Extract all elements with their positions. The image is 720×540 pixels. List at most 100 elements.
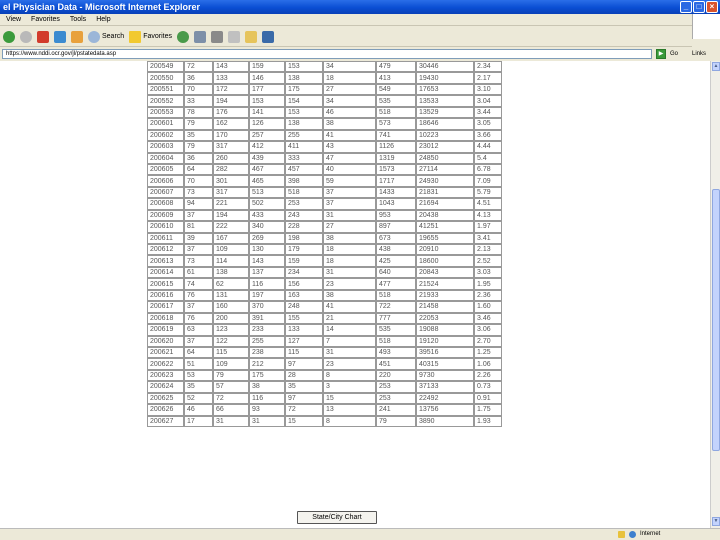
table-cell: 4.13 bbox=[474, 209, 502, 222]
table-cell: 10223 bbox=[416, 129, 474, 142]
table-cell: 248 bbox=[285, 301, 323, 313]
table-cell: 1.06 bbox=[474, 358, 502, 370]
table-cell: 20910 bbox=[416, 244, 474, 256]
state-city-chart-button[interactable]: State/City Chart bbox=[297, 511, 377, 524]
table-row: 200605 64 282 467 457 40 1573 27114 6.78 bbox=[147, 163, 502, 176]
table-row: 200550 36 133 146 138 18 413 19430 2.17 bbox=[147, 72, 502, 84]
table-row: 200622 51 109 212 97 23 451 40315 1.06 bbox=[147, 358, 502, 370]
table-cell: 37 bbox=[184, 209, 213, 222]
messenger-icon[interactable] bbox=[261, 30, 274, 43]
edit-icon[interactable] bbox=[227, 30, 240, 43]
menu-item-view[interactable]: View bbox=[6, 14, 21, 25]
home-icon[interactable] bbox=[71, 30, 83, 43]
table-cell: 70 bbox=[184, 175, 213, 187]
table-cell: 138 bbox=[285, 72, 323, 84]
close-button[interactable]: × bbox=[706, 1, 718, 13]
go-button[interactable]: Go bbox=[670, 49, 678, 59]
table-cell: 122 bbox=[213, 335, 249, 347]
table-cell: 200625 bbox=[147, 392, 184, 405]
table-cell: 14 bbox=[323, 324, 376, 336]
table-cell: 162 bbox=[213, 118, 249, 130]
table-cell: 238 bbox=[249, 346, 285, 359]
table-cell: 57 bbox=[213, 381, 249, 393]
print-icon[interactable] bbox=[210, 30, 223, 43]
table-cell: 413 bbox=[376, 72, 416, 84]
table-cell: 1319 bbox=[376, 152, 416, 164]
table-cell: 502 bbox=[249, 198, 285, 210]
table-row: 200613 73 114 143 159 18 425 18600 2.52 bbox=[147, 255, 502, 267]
window-controls: _ □ × bbox=[680, 1, 718, 13]
stop-icon[interactable] bbox=[37, 30, 49, 43]
table-cell: 138 bbox=[285, 118, 323, 130]
table-row: 200551 70 172 177 175 27 549 17653 3.10 bbox=[147, 83, 502, 96]
table-cell: 21458 bbox=[416, 301, 474, 313]
vertical-scrollbar[interactable]: ▲ ▼ bbox=[710, 61, 720, 528]
menu-item-help[interactable]: Help bbox=[96, 14, 110, 25]
table-cell: 37 bbox=[323, 186, 376, 199]
table-cell: 777 bbox=[376, 312, 416, 325]
table-cell: 97 bbox=[285, 358, 323, 370]
scroll-thumb[interactable] bbox=[712, 189, 720, 451]
favorites-button[interactable]: Favorites bbox=[129, 30, 172, 43]
back-icon[interactable] bbox=[3, 30, 15, 43]
table-cell: 21 bbox=[323, 312, 376, 325]
go-arrow-icon[interactable]: ▶ bbox=[656, 49, 666, 59]
refresh-icon[interactable] bbox=[54, 30, 66, 43]
table-cell: 19120 bbox=[416, 335, 474, 347]
table-cell: 19088 bbox=[416, 324, 474, 336]
scroll-down-icon[interactable]: ▼ bbox=[712, 517, 720, 526]
table-row: 200626 46 66 93 72 13 241 13756 1.75 bbox=[147, 404, 502, 416]
forward-icon[interactable] bbox=[20, 30, 32, 43]
table-cell: 451 bbox=[376, 358, 416, 370]
table-cell: 3.41 bbox=[474, 232, 502, 244]
table-cell: 255 bbox=[249, 335, 285, 347]
table-cell: 116 bbox=[249, 278, 285, 290]
table-cell: 109 bbox=[213, 358, 249, 370]
table-cell: 39516 bbox=[416, 346, 474, 359]
table-cell: 200613 bbox=[147, 255, 184, 267]
history-icon[interactable] bbox=[176, 30, 189, 43]
table-cell: 176 bbox=[213, 106, 249, 119]
table-cell: 411 bbox=[285, 141, 323, 153]
table-cell: 21694 bbox=[416, 198, 474, 210]
table-cell: 131 bbox=[213, 289, 249, 302]
maximize-button[interactable]: □ bbox=[693, 1, 705, 13]
table-cell: 1717 bbox=[376, 175, 416, 187]
table-cell: 63 bbox=[184, 324, 213, 336]
folder-icon[interactable] bbox=[244, 30, 257, 43]
table-cell: 38 bbox=[323, 118, 376, 130]
scroll-up-icon[interactable]: ▲ bbox=[712, 62, 720, 71]
table-row: 200607 73 317 513 518 37 1433 21831 5.79 bbox=[147, 186, 502, 199]
table-cell: 200607 bbox=[147, 186, 184, 199]
table-cell: 257 bbox=[249, 129, 285, 142]
table-cell: 3.04 bbox=[474, 95, 502, 107]
table-cell: 1.95 bbox=[474, 278, 502, 290]
table-cell: 518 bbox=[285, 186, 323, 199]
mail-icon[interactable] bbox=[193, 30, 206, 43]
table-cell: 200626 bbox=[147, 404, 184, 416]
table-cell: 535 bbox=[376, 324, 416, 336]
table-cell: 153 bbox=[285, 61, 323, 73]
table-row: 200610 81 222 340 228 27 897 41251 1.97 bbox=[147, 221, 502, 233]
table-cell: 0.91 bbox=[474, 392, 502, 405]
table-row: 200552 33 194 153 154 34 535 13533 3.04 bbox=[147, 95, 502, 107]
table-cell: 221 bbox=[213, 198, 249, 210]
table-cell: 18600 bbox=[416, 255, 474, 267]
links-button[interactable]: Links bbox=[692, 49, 706, 59]
table-cell: 31 bbox=[249, 415, 285, 427]
search-button[interactable]: Search bbox=[88, 30, 124, 43]
table-cell: 465 bbox=[249, 175, 285, 187]
address-input[interactable]: https://www.nddi.ocr.gov/jl/pstatedata.a… bbox=[2, 49, 652, 59]
table-row: 200549 72 143 159 153 34 479 30446 2.34 bbox=[147, 61, 502, 73]
menu-item-tools[interactable]: Tools bbox=[70, 14, 86, 25]
table-row: 200624 35 57 38 35 3 253 37133 0.73 bbox=[147, 381, 502, 393]
table-cell: 573 bbox=[376, 118, 416, 130]
table-cell: 36 bbox=[184, 72, 213, 84]
minimize-button[interactable]: _ bbox=[680, 1, 692, 13]
table-cell: 1.97 bbox=[474, 221, 502, 233]
table-cell: 41251 bbox=[416, 221, 474, 233]
status-bar: Internet bbox=[0, 528, 720, 540]
table-cell: 1126 bbox=[376, 141, 416, 153]
table-cell: 37 bbox=[184, 244, 213, 256]
menu-item-favorites[interactable]: Favorites bbox=[31, 14, 60, 25]
